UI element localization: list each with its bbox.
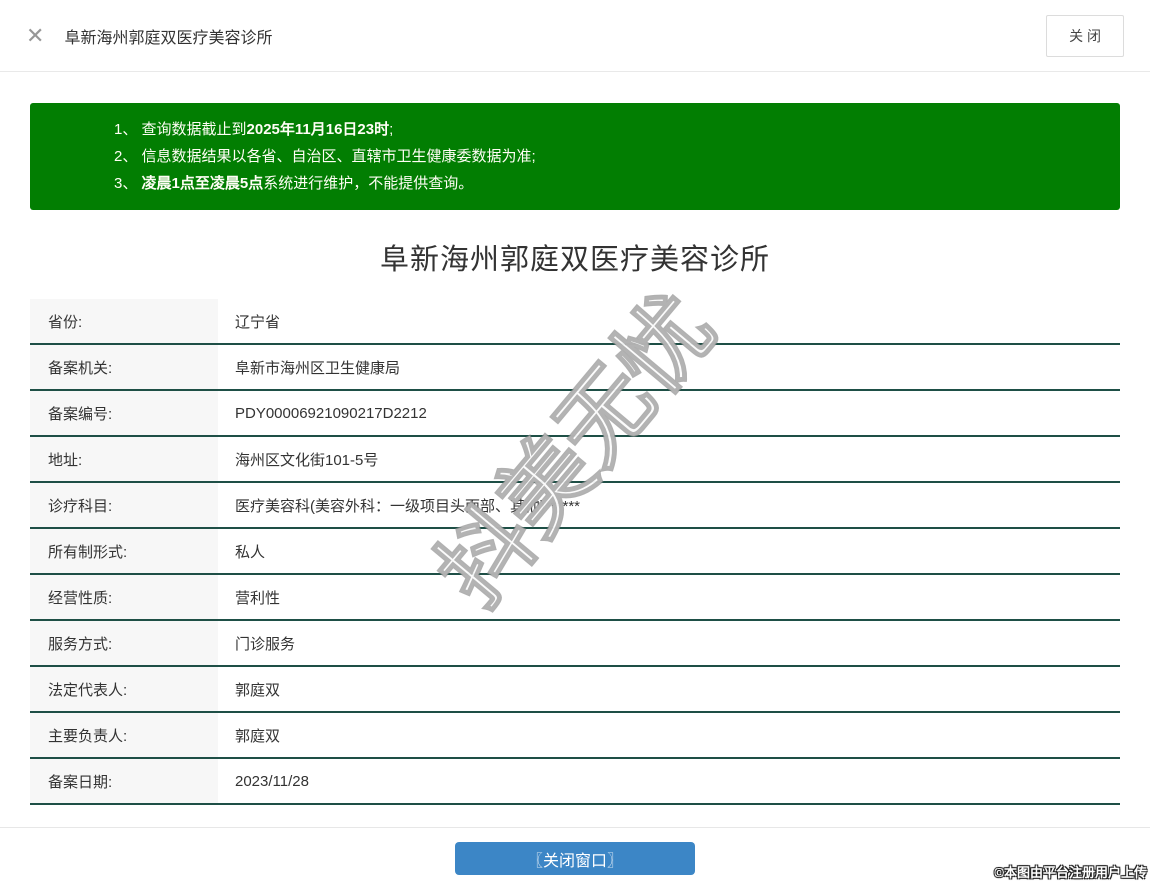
row-value: PDY00006921090217D2212	[235, 404, 427, 422]
row-value: 医疗美容科(美容外科：一级项目头面部、其他)******	[235, 497, 581, 515]
table-row-registration-date: 备案日期: 2023/11/28	[30, 759, 1120, 805]
row-label: 服务方式:	[30, 621, 218, 665]
notice-text: 1、 查询数据截止到	[114, 121, 247, 138]
notice-text: 系统进行维护，不能提供查询。	[263, 175, 474, 192]
row-value: 阜新市海州区卫生健康局	[235, 359, 401, 377]
table-row-main-person-in-charge: 主要负责人: 郭庭双	[30, 713, 1120, 759]
table-row-legal-representative: 法定代表人: 郭庭双	[30, 667, 1120, 713]
page-title: 阜新海州郭庭双医疗美容诊所	[379, 244, 770, 276]
table-row-treatment-subjects: 诊疗科目: 医疗美容科(美容外科：一级项目头面部、其他)******	[30, 483, 1120, 529]
row-value: 辽宁省	[235, 313, 281, 331]
close-icon[interactable]: ✕	[26, 24, 44, 47]
notice-text: 2、 信息数据结果以各省、自治区、直辖市卫生健康委数据为准;	[114, 148, 536, 165]
notice-bold-text: 凌晨1点至凌晨5点	[141, 175, 264, 192]
notice-line-2: 2、 信息数据结果以各省、自治区、直辖市卫生健康委数据为准;	[114, 143, 1120, 170]
row-value: 郭庭双	[235, 681, 281, 699]
notice-text: ;	[389, 121, 394, 138]
notice-line-1: 1、 查询数据截止到2025年11月16日23时;	[114, 116, 1120, 143]
window-header: ✕ 阜新海州郭庭双医疗美容诊所 关 闭	[0, 0, 1150, 72]
table-row-registration-authority: 备案机关: 阜新市海州区卫生健康局	[30, 345, 1120, 391]
row-label: 法定代表人:	[30, 667, 218, 711]
notice-line-3: 3、 凌晨1点至凌晨5点系统进行维护，不能提供查询。	[114, 170, 1120, 197]
row-value: 2023/11/28	[235, 772, 309, 790]
notice-bold-text: 2025年11月16日23时	[246, 121, 390, 138]
row-label: 主要负责人:	[30, 713, 218, 757]
close-button[interactable]: 关 闭	[1046, 14, 1124, 57]
row-label: 诊疗科目:	[30, 483, 218, 527]
corner-watermark: ©本图由平台注册用户上传	[994, 865, 1147, 880]
row-label: 所有制形式:	[30, 529, 218, 573]
row-value: 私人	[235, 543, 266, 561]
row-value: 海州区文化街101-5号	[235, 451, 379, 469]
row-label: 备案日期:	[30, 759, 218, 803]
footer-bar: 〖关闭窗口〗	[0, 842, 1150, 875]
row-value: 郭庭双	[235, 727, 281, 745]
table-row-business-nature: 经营性质: 营利性	[30, 575, 1120, 621]
row-label: 备案机关:	[30, 345, 218, 389]
table-row-address: 地址: 海州区文化街101-5号	[30, 437, 1120, 483]
table-row-registration-number: 备案编号: PDY00006921090217D2212	[30, 391, 1120, 437]
close-window-button[interactable]: 〖关闭窗口〗	[455, 842, 695, 875]
row-value: 营利性	[235, 589, 281, 607]
table-row-province: 省份: 辽宁省	[30, 299, 1120, 345]
bottom-divider	[0, 827, 1150, 828]
table-row-service-mode: 服务方式: 门诊服务	[30, 621, 1120, 667]
row-value: 门诊服务	[235, 635, 296, 653]
window-title: 阜新海州郭庭双医疗美容诊所	[64, 29, 273, 47]
info-table: 省份: 辽宁省 备案机关: 阜新市海州区卫生健康局 备案编号: PDY00006…	[30, 299, 1120, 805]
row-label: 省份:	[30, 299, 218, 343]
notice-box: 1、 查询数据截止到2025年11月16日23时; 2、 信息数据结果以各省、自…	[30, 103, 1120, 210]
row-label: 地址:	[30, 437, 218, 481]
notice-text: 3、	[114, 175, 142, 192]
row-label: 经营性质:	[30, 575, 218, 619]
table-row-ownership-type: 所有制形式: 私人	[30, 529, 1120, 575]
row-label: 备案编号:	[30, 391, 218, 435]
